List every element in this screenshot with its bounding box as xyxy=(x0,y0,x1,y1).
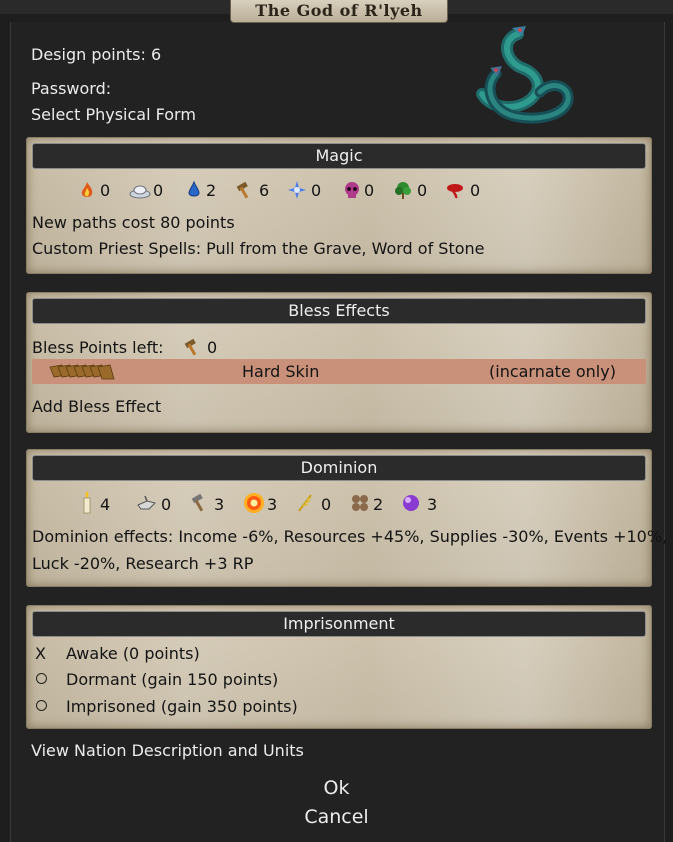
cancel-button[interactable]: Cancel xyxy=(0,806,673,828)
fire-path-value: 0 xyxy=(100,181,111,200)
bless-points-left-value: 0 xyxy=(207,338,218,357)
ok-button[interactable]: Ok xyxy=(0,777,673,799)
death-path-value: 0 xyxy=(364,181,375,200)
heat-sun-icon xyxy=(244,493,264,513)
bless-title: Bless Effects xyxy=(32,298,646,324)
order-candle-icon xyxy=(83,491,91,514)
dominion-panel: Dominion 4 0 3 3 0 2 3 Dominion effects:… xyxy=(26,449,667,587)
magic-orb-icon xyxy=(403,495,419,511)
option-dormant[interactable]: Dormant (gain 150 points) xyxy=(66,670,278,689)
awake-selected-marker[interactable]: X xyxy=(35,644,46,663)
add-bless-effect-button[interactable]: Add Bless Effect xyxy=(32,397,161,416)
water-path-value: 2 xyxy=(206,181,217,200)
earth-strength-icon xyxy=(49,364,115,380)
luck-clover-icon xyxy=(352,495,368,511)
select-physical-form-button[interactable]: Select Physical Form xyxy=(31,105,196,124)
design-points: Design points: 6 xyxy=(31,45,162,64)
fire-icon xyxy=(81,182,93,197)
option-awake[interactable]: Awake (0 points) xyxy=(66,644,200,663)
password-field[interactable]: Password: xyxy=(31,79,111,98)
earth-icon xyxy=(184,338,197,356)
blood-icon xyxy=(447,184,463,199)
astral-icon xyxy=(288,181,306,199)
dormant-radio[interactable] xyxy=(36,673,47,684)
growth-icon xyxy=(298,494,312,512)
death-icon xyxy=(345,182,359,198)
nature-path-value: 0 xyxy=(417,181,428,200)
serpent-pretender-icon[interactable] xyxy=(470,22,576,130)
imprisonment-title: Imprisonment xyxy=(32,611,646,637)
new-paths-cost: New paths cost 80 points xyxy=(32,213,235,232)
growth-scale-value: 0 xyxy=(321,495,332,514)
luck-scale-value: 2 xyxy=(373,495,384,514)
magic-panel: Magic 0 0 2 6 0 0 0 0 New paths cost 80 … xyxy=(26,137,652,274)
dialog-title: The God of R'lyeh xyxy=(230,0,448,23)
magic-scale-value: 3 xyxy=(427,495,438,514)
productivity-scale-value: 0 xyxy=(161,495,172,514)
dominion-title: Dominion xyxy=(32,455,646,481)
hammer-icon xyxy=(191,493,204,512)
order-scale-value: 4 xyxy=(100,495,111,514)
heat-scale-value: 3 xyxy=(267,495,278,514)
imprisoned-radio[interactable] xyxy=(36,700,47,711)
air-icon xyxy=(129,185,151,199)
bless-effect-row[interactable]: Hard Skin (incarnate only) xyxy=(32,359,646,384)
hammer-scale-value: 3 xyxy=(214,495,225,514)
productivity-icon xyxy=(137,495,156,510)
custom-priest-spells[interactable]: Custom Priest Spells: Pull from the Grav… xyxy=(32,239,485,258)
earth-path-value: 6 xyxy=(259,181,270,200)
view-nation-description-button[interactable]: View Nation Description and Units xyxy=(31,741,304,760)
bless-effect-name: Hard Skin xyxy=(242,362,320,381)
air-path-value: 0 xyxy=(153,181,164,200)
bless-points-left-label: Bless Points left: xyxy=(32,338,164,357)
water-icon xyxy=(188,180,200,197)
dominion-effects-line2: Luck -20%, Research +3 RP xyxy=(32,554,254,573)
magic-title: Magic xyxy=(32,143,646,169)
option-imprisoned[interactable]: Imprisoned (gain 350 points) xyxy=(66,697,298,716)
astral-path-value: 0 xyxy=(311,181,322,200)
bless-panel: Bless Effects Bless Points left: 0 Hard … xyxy=(26,292,652,433)
dominion-effects-line1: Dominion effects: Income -6%, Resources … xyxy=(32,527,668,546)
imprisonment-panel: Imprisonment X Awake (0 points) Dormant … xyxy=(26,605,652,729)
blood-path-value: 0 xyxy=(470,181,481,200)
earth-icon xyxy=(236,181,249,199)
bless-effect-note: (incarnate only) xyxy=(489,362,616,381)
nature-icon xyxy=(395,182,411,199)
